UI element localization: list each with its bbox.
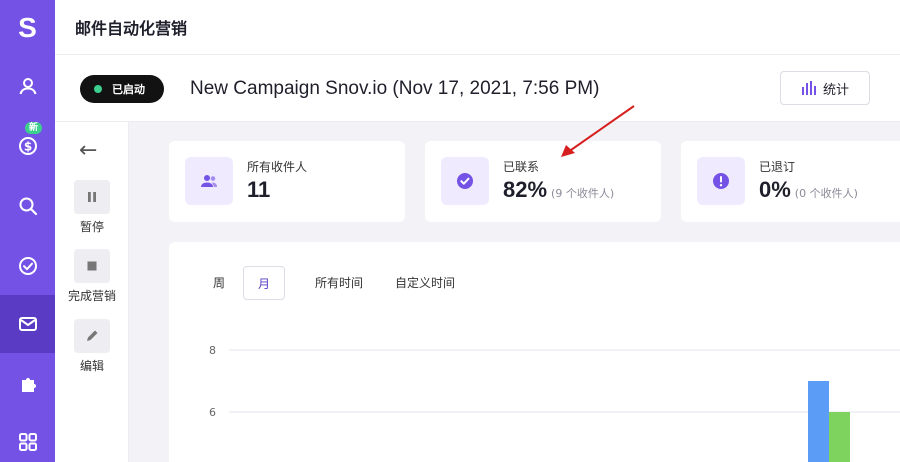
card-all-recipients: 所有收件人 11 [169, 141, 405, 222]
check-circle-icon [18, 257, 37, 275]
card-value-number: 82% [503, 177, 548, 202]
finish-campaign-label: 完成营销 [67, 289, 116, 303]
campaign-title: New Campaign Snov.io (Nov 17, 2021, 7:56… [190, 78, 600, 99]
edit-button[interactable]: 编辑 [55, 319, 129, 374]
chart-bar[interactable] [808, 381, 829, 462]
campaign-header: 已启动 New Campaign Snov.io (Nov 17, 2021, … [55, 55, 900, 122]
pause-icon [88, 192, 96, 202]
card-value: 0% (0 个收件人) [759, 177, 858, 203]
nav-search[interactable] [0, 177, 55, 235]
snov-logo[interactable]: S [0, 0, 55, 55]
stats-button[interactable]: 统计 [780, 71, 870, 105]
y-tick-label: 6 [209, 406, 216, 419]
campaign-status-badge[interactable]: 已启动 [80, 75, 164, 103]
person-icon [19, 78, 36, 95]
y-tick-label: 8 [209, 344, 216, 357]
top-bar: 邮件自动化营销 [55, 0, 900, 55]
pause-button-box [74, 180, 110, 214]
nav-verify[interactable] [0, 237, 55, 295]
campaign-actions: ← 暂停 完成营销 编辑 [55, 122, 129, 462]
pencil-icon [87, 330, 98, 341]
stop-icon [87, 261, 97, 271]
nav-apps[interactable] [0, 413, 55, 462]
grid-icon [18, 433, 37, 451]
edit-label: 编辑 [79, 359, 104, 373]
nav-contacts[interactable] [0, 57, 55, 115]
nav-integrations[interactable] [0, 355, 55, 413]
mail-icon [18, 317, 37, 331]
edit-button-box [74, 319, 110, 353]
stats-button-label: 统计 [822, 82, 849, 98]
card-icon-box [185, 157, 233, 205]
card-label: 所有收件人 [247, 160, 308, 174]
card-icon-box [441, 157, 489, 205]
chart-panel: 周 月 所有时间 自定义时间 86 [169, 242, 900, 462]
finish-button-box [74, 249, 110, 283]
card-value-number: 0% [759, 177, 791, 202]
left-rail: S $ 新 [0, 0, 55, 462]
card-subvalue: (0 个收件人) [794, 187, 858, 200]
card-label: 已退订 [759, 160, 796, 174]
search-icon [19, 197, 37, 216]
page-title: 邮件自动化营销 [75, 19, 188, 38]
nav-email-campaigns[interactable] [0, 295, 55, 353]
bar-chart-icon [801, 81, 816, 95]
pause-label: 暂停 [79, 220, 104, 234]
dollar-icon: $ [18, 137, 37, 155]
card-value: 11 [247, 177, 270, 203]
recipients-bar-chart: 86 [209, 344, 900, 462]
card-icon-box [697, 157, 745, 205]
pause-button[interactable]: 暂停 [55, 180, 129, 235]
puzzle-icon [21, 378, 36, 392]
finish-campaign-button[interactable]: 完成营销 [55, 249, 129, 304]
card-value-number: 11 [247, 177, 271, 202]
card-unsubscribed: 已退订 0% (0 个收件人) [681, 141, 900, 222]
card-label: 已联系 [503, 160, 540, 174]
status-dot [94, 85, 102, 93]
card-contacted: 已联系 82% (9 个收件人) [425, 141, 661, 222]
status-label: 已启动 [112, 83, 145, 96]
svg-text:$: $ [23, 140, 31, 154]
card-subvalue: (9 个收件人) [551, 187, 615, 200]
exclamation-icon [713, 173, 729, 189]
users-icon [201, 175, 217, 187]
chart-bar[interactable] [829, 412, 850, 462]
new-badge: 新 [25, 122, 43, 134]
check-icon [457, 173, 473, 189]
card-value: 82% (9 个收件人) [503, 177, 614, 203]
back-arrow-icon[interactable]: ← [79, 138, 97, 163]
